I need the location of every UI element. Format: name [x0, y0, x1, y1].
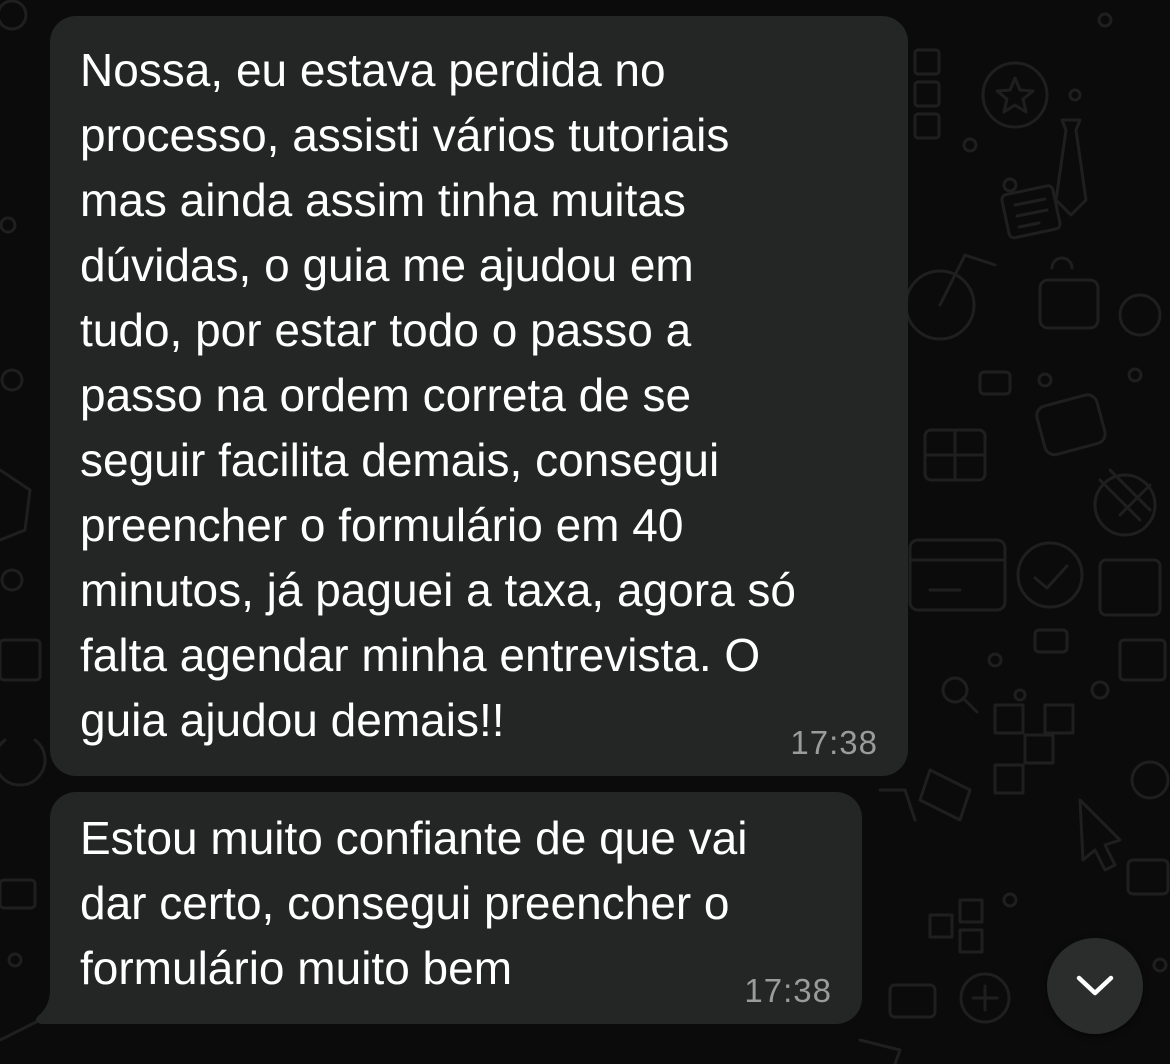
message-bubble[interactable]: Nossa, eu estava perdida no processo, as…: [50, 16, 908, 776]
message-timestamp: 17:38: [744, 972, 832, 1009]
message-bubble[interactable]: Estou muito confiante de que vai dar cer…: [50, 792, 862, 1024]
message-timestamp: 17:38: [790, 724, 878, 761]
scroll-to-bottom-button[interactable]: [1047, 938, 1143, 1034]
message-text: Estou muito confiante de que vai dar cer…: [80, 812, 748, 994]
chevron-down-icon: [1076, 975, 1114, 996]
chat-area[interactable]: Nossa, eu estava perdida no processo, as…: [0, 0, 1170, 1064]
message-text: Nossa, eu estava perdida no processo, as…: [80, 44, 797, 746]
